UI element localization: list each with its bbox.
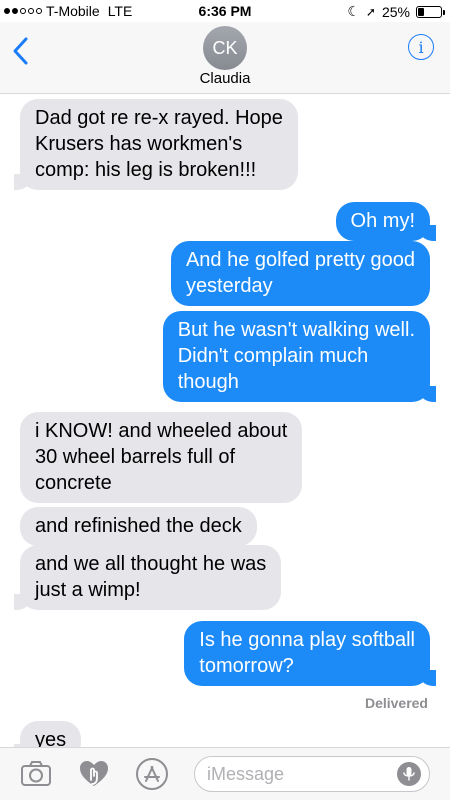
outgoing-message[interactable]: Is he gonna play softball tomorrow? [184,621,436,686]
microphone-icon[interactable] [397,762,421,786]
status-bar: T-Mobile LTE 6:36 PM ☾ ➚ 25% [0,0,450,22]
app-store-icon[interactable] [134,756,170,792]
message-thread[interactable]: Dad got re re-x rayed. Hope Krusers has … [0,95,450,747]
chevron-left-icon[interactable] [10,36,34,66]
battery-icon [416,5,445,18]
delivered-status: Delivered [364,695,428,711]
message-input[interactable]: iMessage [194,756,430,792]
compose-bar: iMessage [0,747,450,800]
incoming-message[interactable]: and we all thought he was just a wimp! [13,545,282,610]
camera-icon[interactable] [18,756,54,792]
message-input-placeholder: iMessage [207,763,285,784]
battery-percentage: 25% [381,3,410,20]
contact-name[interactable]: Claudia [0,70,450,87]
incoming-message[interactable]: and refinished the deck [20,507,257,546]
incoming-message[interactable]: yes [13,721,82,747]
info-icon[interactable]: i [408,34,434,60]
incoming-message[interactable]: Dad got re re-x rayed. Hope Krusers has … [14,99,298,190]
digital-touch-icon[interactable] [76,756,112,792]
outgoing-message[interactable]: Oh my! [335,202,437,241]
avatar[interactable]: CK [203,26,247,70]
moon-icon: ☾ [347,3,360,19]
outgoing-message[interactable]: But he wasn't walking well. Didn't compl… [162,311,437,402]
incoming-message[interactable]: i KNOW! and wheeled about 30 wheel barre… [20,412,303,503]
conversation-header: CK Claudia i [0,22,450,94]
status-right: ☾ ➚ 25% [347,3,445,20]
location-arrow-icon: ➚ [365,4,376,19]
outgoing-message[interactable]: And he golfed pretty good yesterday [170,241,430,306]
